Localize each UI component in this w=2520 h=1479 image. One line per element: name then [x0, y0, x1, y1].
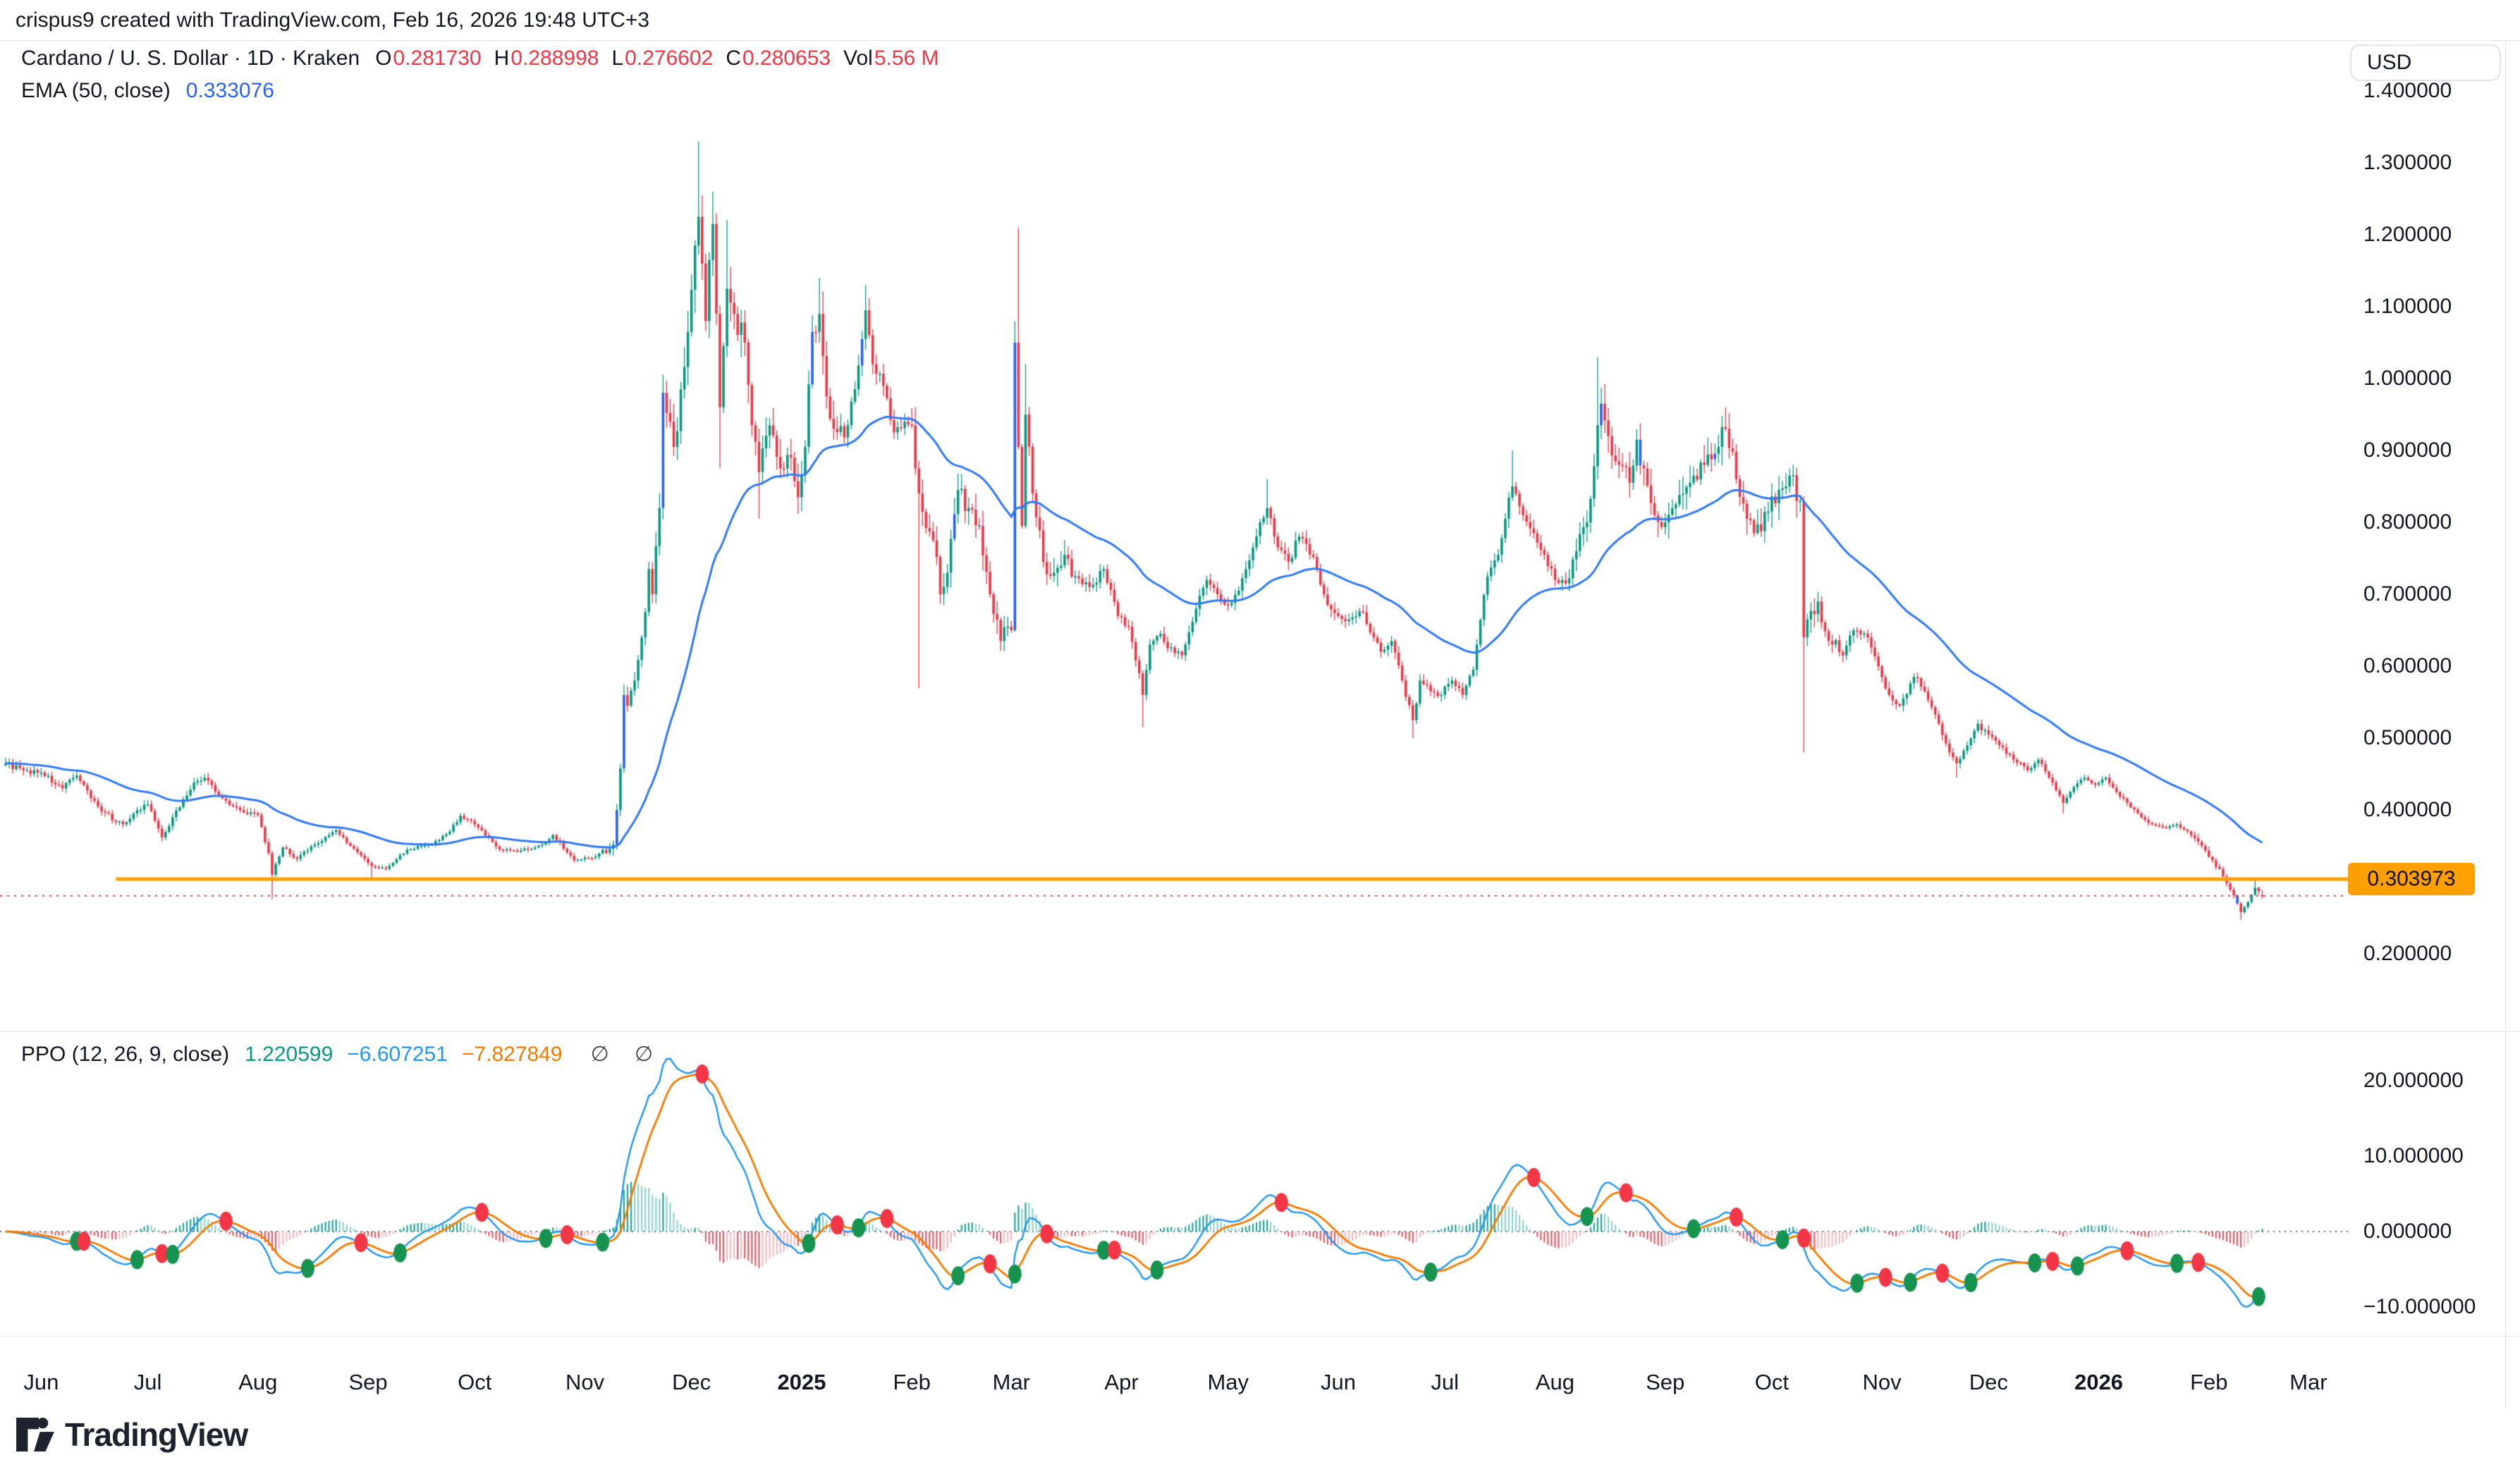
- ohlc-field-value: 0.280653: [742, 47, 831, 70]
- time-axis-label: Aug: [238, 1370, 277, 1395]
- time-axis-label: Mar: [993, 1370, 1030, 1395]
- symbol-legend-row[interactable]: Cardano / U. S. Dollar · 1D · KrakenO0.2…: [21, 47, 956, 70]
- currency-toggle-button[interactable]: USD: [2350, 44, 2501, 81]
- time-axis-label: Jul: [1431, 1370, 1459, 1395]
- time-axis-label: Dec: [1969, 1370, 2008, 1395]
- time-axis-label: Dec: [672, 1370, 711, 1395]
- time-axis-label: Nov: [565, 1370, 604, 1395]
- tradingview-logo-icon: [16, 1417, 55, 1452]
- ohlc-field-label: H: [494, 47, 510, 70]
- ppo-value: 1.220599: [245, 1043, 333, 1066]
- time-axis-label: Feb: [893, 1370, 930, 1395]
- ppo-axis-label: 0.000000: [2363, 1220, 2452, 1244]
- ppo-value: −7.827849: [462, 1043, 563, 1066]
- ohlc-values: O0.281730 H0.288998 L0.276602 C0.280653 Vol5…: [375, 47, 951, 70]
- time-axis-label: Jun: [23, 1370, 59, 1395]
- ohlc-field-value: 0.281730: [393, 47, 482, 70]
- symbol-title[interactable]: Cardano / U. S. Dollar · 1D · Kraken: [21, 47, 360, 70]
- time-axis-label: Aug: [1536, 1370, 1574, 1395]
- price-axis-label: 1.000000: [2363, 367, 2452, 391]
- time-axis-divider: [0, 1336, 2520, 1337]
- price-axis-label: 0.700000: [2363, 582, 2452, 606]
- ppo-axis-label: −10.000000: [2363, 1295, 2476, 1319]
- tradingview-chart-page: { "header": { "attribution": "crispus9 c…: [0, 0, 2520, 1479]
- price-axis-label: 1.200000: [2363, 223, 2452, 247]
- ohlc-field-value: 0.276602: [625, 47, 713, 70]
- price-axis-label: 0.900000: [2363, 438, 2452, 462]
- ohlc-field-label: L: [611, 47, 623, 70]
- ohlc-field-value: 5.56 M: [874, 47, 939, 70]
- price-axis-label: 1.100000: [2363, 295, 2452, 319]
- pane-divider: [0, 1031, 2520, 1032]
- time-axis-label: 2026: [2074, 1370, 2123, 1395]
- time-axis-label: May: [1207, 1370, 1249, 1395]
- ppo-value: −6.607251: [347, 1043, 448, 1066]
- time-axis-label: Nov: [1863, 1370, 1902, 1395]
- tradingview-logo[interactable]: TradingView: [16, 1416, 247, 1454]
- time-axis-label: Mar: [2289, 1370, 2327, 1395]
- ppo-style-icons: ∅ ∅: [591, 1043, 663, 1066]
- ohlc-field-label: C: [726, 47, 741, 70]
- price-axis-label: 0.600000: [2363, 654, 2452, 678]
- time-axis-label: Apr: [1104, 1370, 1138, 1395]
- time-axis-label: Sep: [348, 1370, 387, 1395]
- ema-label: EMA (50, close): [21, 79, 171, 102]
- ppo-label: PPO (12, 26, 9, close): [21, 1043, 229, 1066]
- price-axis-label: 1.400000: [2363, 79, 2452, 103]
- time-axis-label: Oct: [458, 1370, 491, 1395]
- hline-price-badge[interactable]: 0.303973: [2348, 863, 2475, 895]
- ppo-axis-label: 20.000000: [2363, 1069, 2464, 1093]
- time-axis-label: 2025: [777, 1370, 826, 1395]
- ohlc-field-label: O: [375, 47, 391, 70]
- ppo-values: 1.220599 −6.607251 −7.827849: [245, 1043, 576, 1066]
- ema-value: 0.333076: [186, 79, 274, 102]
- header-divider: [0, 40, 2520, 41]
- time-axis-label: Sep: [1646, 1370, 1684, 1395]
- ohlc-field-label: Vol: [843, 47, 873, 70]
- ppo-legend-row[interactable]: PPO (12, 26, 9, close) 1.220599 −6.607251−…: [21, 1042, 667, 1067]
- chart-pane-canvas[interactable]: [0, 0, 2520, 1479]
- time-axis-label: Jul: [134, 1370, 162, 1395]
- price-axis-label: 0.400000: [2363, 798, 2452, 822]
- time-axis-label: Jun: [1321, 1370, 1356, 1395]
- attribution-text: crispus9 created with TradingView.com, F…: [16, 8, 649, 32]
- ema-legend-row[interactable]: EMA (50, close) 0.333076: [21, 79, 279, 103]
- tradingview-logo-text: TradingView: [65, 1416, 247, 1454]
- ppo-axis-label: 10.000000: [2363, 1144, 2464, 1168]
- price-axis-label: 0.800000: [2363, 510, 2452, 534]
- price-axis-label: 1.300000: [2363, 151, 2452, 175]
- time-axis-label: Feb: [2190, 1370, 2227, 1395]
- time-axis-label: Oct: [1755, 1370, 1789, 1395]
- ohlc-field-value: 0.288998: [510, 47, 599, 70]
- right-edge-divider: [2505, 40, 2506, 1409]
- price-axis-label: 0.500000: [2363, 726, 2452, 750]
- price-axis-label: 0.200000: [2363, 942, 2452, 966]
